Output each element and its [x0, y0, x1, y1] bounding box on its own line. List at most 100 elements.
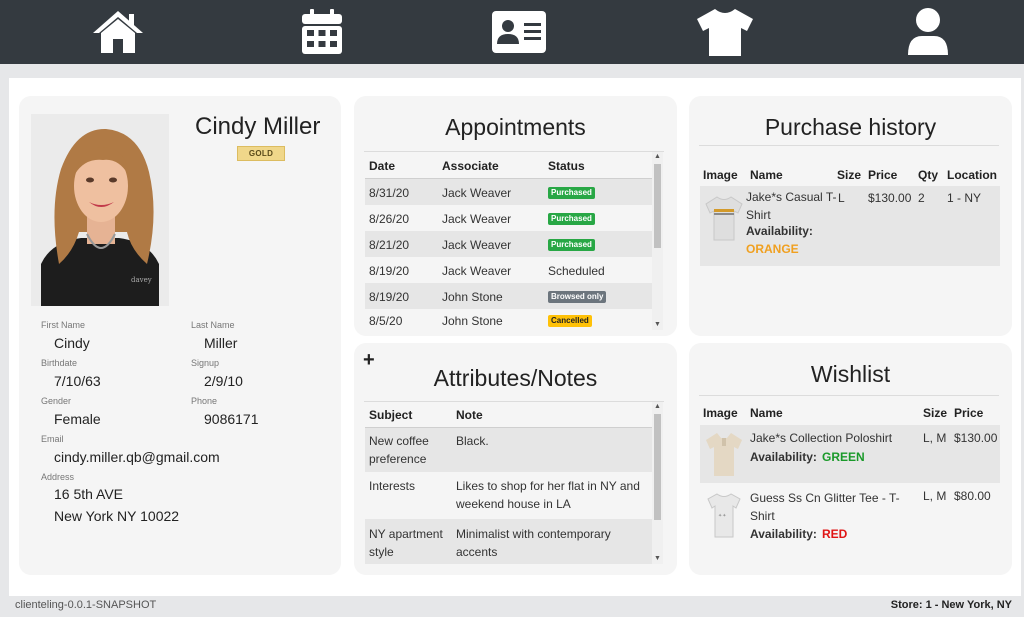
col-qty: Qty	[918, 168, 939, 182]
product-name: Jake*s Casual T-Shirt	[746, 190, 837, 222]
signup-label: Signup	[191, 358, 220, 368]
appt-date: 8/21/20	[369, 238, 410, 252]
customer-photo: davey	[31, 114, 169, 306]
appointments-card: Appointments Date Associate Status 8/31/…	[354, 96, 677, 336]
contact-card-icon	[492, 11, 546, 53]
col-note: Note	[456, 408, 483, 422]
wishlist-table: Image Name Size Price Jake*s Collection …	[700, 401, 1000, 571]
birthdate-value: 7/10/63	[54, 373, 101, 389]
home-icon	[93, 11, 143, 53]
appt-associate: John Stone	[442, 290, 503, 304]
attributes-notes-card: + Attributes/Notes Subject Note New coff…	[354, 343, 677, 575]
col-price: Price	[954, 406, 984, 420]
store-indicator: Store: 1 - New York, NY	[890, 599, 1012, 611]
birthdate-label: Birthdate	[41, 358, 78, 368]
col-associate: Associate	[442, 159, 499, 173]
note-text: Likes to shop for her flat in NY and wee…	[456, 479, 640, 511]
tier-badge: GOLD	[237, 146, 285, 161]
product-location: 1 - NY	[947, 191, 982, 205]
wishlist-title-divider	[699, 395, 999, 396]
availability-value: RED	[822, 527, 848, 541]
col-date: Date	[369, 159, 396, 173]
appointments-title: Appointments	[445, 114, 586, 140]
table-row[interactable]: 8/5/20 John Stone Cancelled	[365, 309, 652, 332]
user-icon	[908, 8, 948, 55]
appointments-scrollbar[interactable]: ▲ ▼	[652, 152, 663, 330]
table-row[interactable]: Jake*s Casual T-Shirt Availability: ORAN…	[700, 186, 1000, 266]
scroll-up-icon[interactable]: ▲	[652, 402, 663, 412]
appt-date: 8/26/20	[369, 212, 410, 226]
main-content: davey Cindy Miller GOLD First Name Cindy…	[9, 78, 1021, 596]
nav-calendar-button[interactable]	[290, 5, 354, 59]
gender-value: Female	[54, 411, 101, 427]
note-text: Minimalist with contemporary accents	[456, 527, 611, 559]
nav-contacts-button[interactable]	[487, 5, 551, 59]
phone-label: Phone	[191, 396, 218, 406]
note-subject: New coffee preference	[369, 434, 429, 466]
table-row[interactable]: 8/26/20 Jack Weaver Purchased	[365, 205, 652, 231]
col-subject: Subject	[369, 408, 413, 422]
status-badge: Cancelled	[548, 315, 592, 327]
product-thumbnail	[705, 430, 743, 478]
purchase-history-title-divider	[699, 145, 999, 146]
signup-value: 2/9/10	[204, 373, 243, 389]
appt-date: 8/19/20	[369, 290, 410, 304]
col-size: Size	[837, 168, 862, 182]
product-size: L	[838, 191, 845, 205]
appt-associate: Jack Weaver	[442, 264, 512, 278]
address-line1: 16 5th AVE	[54, 486, 124, 502]
purchase-history-table: Image Name Size Price Qty Location Jake*…	[700, 160, 1000, 266]
appt-date: 8/19/20	[369, 264, 410, 278]
last-name-value: Miller	[204, 335, 238, 351]
scroll-up-icon[interactable]: ▲	[652, 152, 663, 162]
scroll-down-icon[interactable]: ▼	[652, 554, 663, 564]
appt-date: 8/31/20	[369, 186, 410, 200]
appt-date: 8/5/20	[369, 314, 403, 328]
availability-label: Availability:	[750, 450, 817, 464]
col-image: Image	[703, 406, 738, 420]
table-row[interactable]: 8/19/20 Jack Weaver Scheduled	[365, 257, 652, 283]
status-text: Scheduled	[548, 264, 605, 278]
product-name: Jake*s Collection Poloshirt	[750, 431, 893, 445]
table-row[interactable]: 8/19/20 John Stone Browsed only	[365, 283, 652, 309]
table-row[interactable]: Interests Likes to shop for her flat in …	[365, 472, 652, 519]
scroll-thumb[interactable]	[654, 414, 661, 520]
address-line2: New York NY 10022	[54, 508, 180, 524]
table-row[interactable]: ✦✦ Guess Ss Cn Glitter Tee - T-Shirt Ava…	[700, 483, 1000, 549]
table-row[interactable]: New coffee preference Black.	[365, 428, 652, 472]
product-size: L, M	[923, 431, 947, 445]
nav-home-button[interactable]	[86, 5, 150, 59]
table-row[interactable]: 8/21/20 Jack Weaver Purchased	[365, 231, 652, 257]
status-badge: Purchased	[548, 187, 595, 199]
first-name-label: First Name	[41, 320, 86, 330]
nav-profile-button[interactable]	[896, 5, 960, 59]
col-image: Image	[703, 168, 738, 182]
availability-value: GREEN	[822, 450, 865, 464]
attributes-scrollbar[interactable]: ▲ ▼	[652, 402, 663, 564]
table-row[interactable]: 8/31/20 Jack Weaver Purchased	[365, 179, 652, 205]
customer-profile-card: davey Cindy Miller GOLD First Name Cindy…	[19, 96, 341, 575]
appt-associate: Jack Weaver	[442, 186, 512, 200]
first-name-value: Cindy	[54, 335, 90, 351]
product-name: Guess Ss Cn Glitter Tee - T-Shirt	[750, 491, 900, 523]
status-badge: Purchased	[548, 213, 595, 225]
appointments-table: Date Associate Status 8/31/20 Jack Weave…	[365, 152, 663, 332]
nav-products-button[interactable]	[693, 5, 757, 59]
scroll-down-icon[interactable]: ▼	[652, 320, 663, 330]
scroll-thumb[interactable]	[654, 164, 661, 248]
phone-value: 9086171	[204, 411, 259, 427]
svg-text:davey: davey	[131, 276, 152, 284]
product-thumbnail	[705, 194, 743, 242]
table-row[interactable]: Jake*s Collection Poloshirt Availability…	[700, 425, 1000, 483]
email-value: cindy.miller.qb@gmail.com	[54, 449, 220, 465]
table-row[interactable]: NY apartment style Minimalist with conte…	[365, 519, 652, 564]
last-name-label: Last Name	[191, 320, 235, 330]
email-label: Email	[41, 434, 64, 444]
gender-label: Gender	[41, 396, 72, 406]
col-status: Status	[548, 159, 585, 173]
top-navigation-bar	[0, 0, 1024, 64]
address-label: Address	[41, 472, 75, 482]
app-version: clienteling-0.0.1-SNAPSHOT	[15, 599, 157, 611]
product-qty: 2	[918, 191, 925, 205]
col-name: Name	[750, 406, 783, 420]
